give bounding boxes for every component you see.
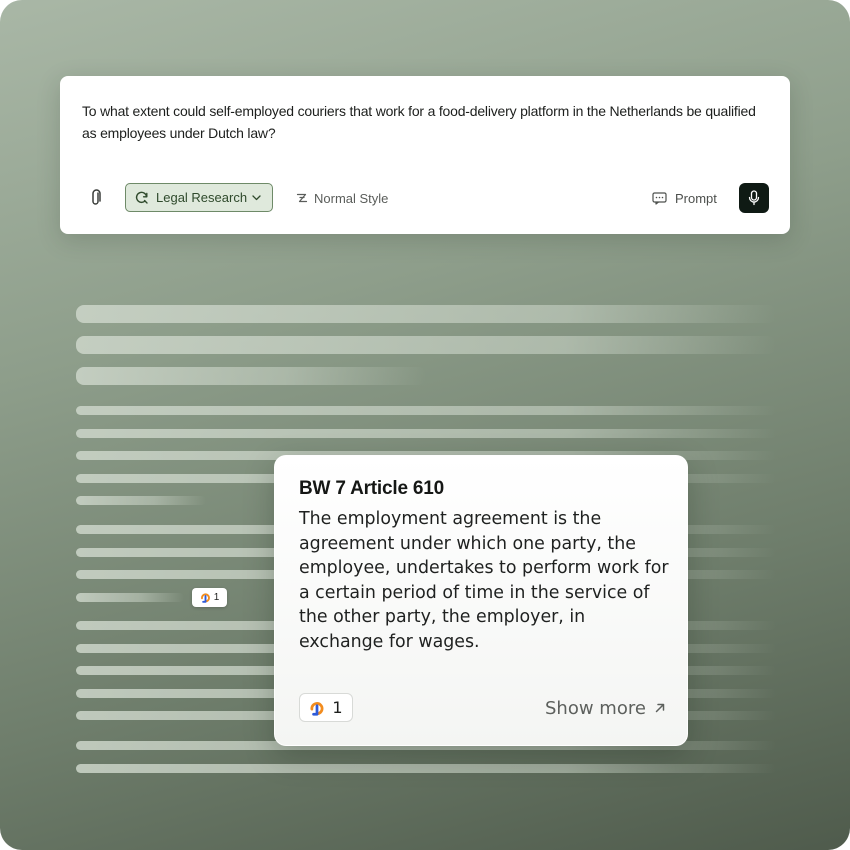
style-button[interactable]: Normal Style [296,189,388,207]
microphone-icon [748,190,760,206]
mode-label: Legal Research [156,190,248,205]
prompt-input[interactable]: To what extent could self-employed couri… [82,100,762,144]
attach-button[interactable] [86,188,106,208]
placeholder-line [76,593,184,602]
arrow-up-right-icon [655,703,665,713]
prompt-library-button[interactable]: Prompt [652,189,717,207]
placeholder-line [76,429,776,438]
placeholder-line [76,367,426,385]
popover-citation-count: 1 [332,698,343,717]
placeholder-line [76,406,776,415]
refresh-search-icon [135,191,148,204]
style-icon [296,193,308,203]
paperclip-icon [92,189,101,205]
style-label: Normal Style [314,190,389,206]
app-canvas: To what extent could self-employed couri… [0,0,850,850]
show-more-link[interactable]: Show more [545,696,666,720]
placeholder-line [76,336,776,354]
source-logo-icon [200,593,210,603]
popover-citation-badge[interactable]: 1 [299,693,353,722]
chevron-down-icon [252,195,261,201]
placeholder-line [76,496,206,505]
message-icon [652,191,667,205]
inline-citation-count: 1 [213,592,220,603]
citation-popover: BW 7 Article 610 The employment agreemen… [274,455,688,746]
mode-dropdown[interactable]: Legal Research [125,183,273,212]
microphone-button[interactable] [739,183,769,213]
popover-title: BW 7 Article 610 [299,478,444,499]
placeholder-line [76,305,776,323]
popover-body: The employment agreement is the agreemen… [299,509,669,652]
show-more-label: Show more [545,697,646,719]
source-logo-icon [310,701,324,716]
placeholder-line [76,764,776,773]
inline-citation-chip[interactable]: 1 [192,588,227,607]
prompt-label: Prompt [675,190,717,206]
